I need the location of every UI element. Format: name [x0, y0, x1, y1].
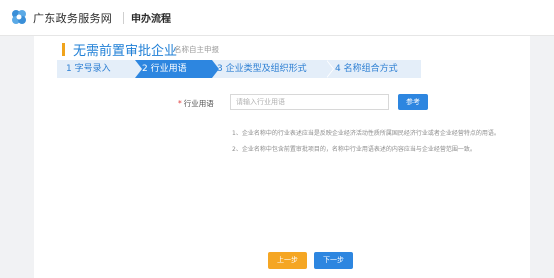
header-divider	[123, 12, 124, 24]
step-2-industry-term: 2 行业用语	[135, 60, 212, 78]
industry-field-label: * 行业用语	[178, 98, 214, 109]
gov-service-logo-icon	[12, 10, 26, 24]
industry-label-text: 行业用语	[183, 99, 214, 108]
page-label: 申办流程	[131, 14, 171, 25]
step-3-company-type: 3 企业类型及组织形式	[212, 60, 327, 78]
step-arrow	[326, 60, 333, 78]
step-4-name-combination: 4 名称组合方式	[327, 60, 421, 78]
title-accent-bar	[62, 43, 65, 56]
step-progress-bar: 1 字号录入 2 行业用语 3 企业类型及组织形式 4 名称组合方式	[57, 60, 421, 78]
guidance-note-1: 1、企业名称中的行业表述应当是反映企业经济活动性质所属国民经济行业或者企业经营特…	[232, 130, 500, 137]
industry-term-input[interactable]	[230, 94, 389, 110]
site-name[interactable]: 广东政务服务网	[33, 10, 112, 26]
step-arrow	[212, 60, 219, 78]
step-arrow	[135, 60, 142, 78]
top-header: 广东政务服务网 申办流程	[0, 0, 554, 36]
next-step-button[interactable]: 下一步	[314, 252, 353, 269]
required-mark: *	[178, 99, 182, 108]
guidance-note-2: 2、企业名称中包含前置审批项目的，名称中行业用语表述的内容应当与企业经营范围一致…	[232, 146, 476, 153]
reference-button[interactable]: 参考	[398, 94, 428, 110]
page-title: 无需前置审批企业	[73, 44, 178, 59]
page-subtitle: 名称自主申报	[174, 45, 219, 54]
previous-step-button[interactable]: 上一步	[268, 252, 307, 269]
step-1-name-entry: 1 字号录入	[57, 60, 135, 78]
